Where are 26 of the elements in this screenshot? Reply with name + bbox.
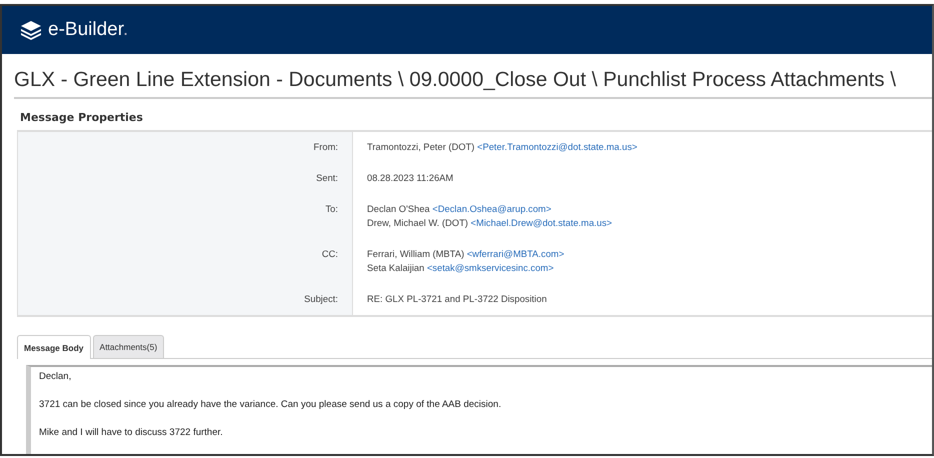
tab[interactable]: Message Body [17, 335, 91, 359]
body-paragraph: 3721 can be closed since you already have the variance. Can you please send us a copy of the AAB decision. [39, 399, 502, 410]
property-label: Subject: [304, 293, 338, 304]
person-name: Ferrari, William (MBTA) [367, 248, 464, 259]
body-paragraph: Declan, [39, 371, 72, 382]
person-name: Seta Kalaijian [367, 262, 424, 273]
property-value: 08.28.2023 11:26AM [367, 172, 454, 183]
brand-name: e-Builder. [48, 19, 128, 41]
email-link[interactable]: <setak@smkservicesinc.com> [426, 262, 554, 273]
body-paragraph: Mike and I will have to discuss 3722 further. [39, 427, 224, 438]
email-link[interactable]: <Michael.Drew@dot.state.ma.us> [470, 217, 612, 228]
person-name: Tramontozzi, Peter (DOT) [367, 141, 474, 152]
page-title: GLX - Green Line Extension - Documents \ 09.0000_Close Out \ Punchlist Process Attachments \ [14, 68, 932, 99]
property-label: To: [325, 203, 338, 214]
person-name: Drew, Michael W. (DOT) [367, 217, 468, 228]
property-value: RE: GLX PL-3721 and PL-3722 Disposition [367, 293, 547, 304]
email-link[interactable]: <Declan.Oshea@arup.com> [432, 203, 552, 214]
stacked-layers-icon [20, 20, 42, 40]
email-link[interactable]: <wferrari@MBTA.com> [466, 248, 564, 259]
property-label: From: [314, 141, 338, 152]
email-link[interactable]: <Peter.Tramontozzi@dot.state.ma.us> [477, 141, 638, 152]
person-name: Declan O'Shea [367, 203, 430, 214]
tab[interactable]: Attachments(5) [92, 335, 164, 358]
property-label: CC: [322, 248, 338, 259]
section-title: Message Properties [19, 110, 144, 126]
property-label: Sent: [316, 172, 338, 183]
